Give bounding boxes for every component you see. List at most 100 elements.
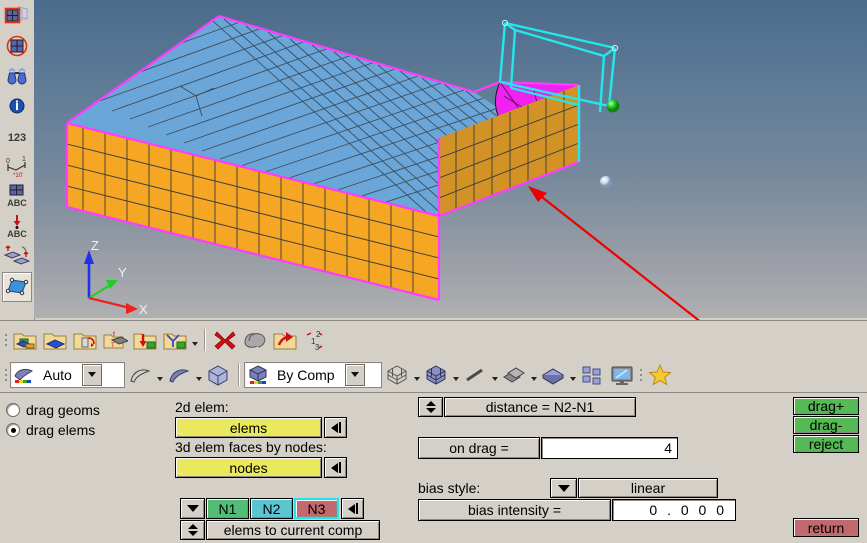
display-mode-value: By Comp	[277, 366, 335, 383]
application-window: 123 0 1 *10' ABC ABC Z Y X t T 2 1 3 Aut…	[0, 0, 867, 543]
command-panel: drag geoms drag elems 2d elem: elems 3d …	[0, 392, 867, 543]
window-tile-icon[interactable]	[577, 360, 607, 390]
rewind-icon	[330, 462, 338, 473]
bias-style-dropdown-button[interactable]	[550, 478, 577, 498]
toolbar-grip[interactable]	[637, 362, 645, 388]
destination-component-stepper[interactable]	[180, 520, 205, 540]
load-abc-icon[interactable]: ABC	[3, 212, 31, 240]
toolbar-grip[interactable]	[2, 327, 10, 353]
up-down-arrows-icon	[425, 401, 436, 413]
reload-collector-icon[interactable]	[270, 325, 300, 355]
n1-button[interactable]: N1	[206, 498, 249, 519]
rewind-bar	[355, 503, 358, 514]
measure-icon[interactable]: 0 1 *10'	[3, 152, 31, 180]
organize-collector-icon[interactable]	[160, 325, 190, 355]
chevron-down-icon[interactable]	[190, 325, 199, 355]
distance-mode-stepper[interactable]	[418, 397, 443, 417]
2d-elem-selector[interactable]: elems	[175, 417, 322, 438]
delete-icon[interactable]	[210, 325, 240, 355]
plate-icon[interactable]	[538, 360, 568, 390]
find-binoculars-icon[interactable]	[3, 62, 31, 90]
radio-indicator	[6, 423, 20, 437]
toolbar-separator	[238, 363, 239, 386]
chevron-down-icon[interactable]	[529, 360, 538, 390]
renumber-icon[interactable]: 2 1 3	[300, 325, 330, 355]
drag-elems-radio[interactable]: drag elems	[6, 422, 95, 438]
bias-intensity-field[interactable]: 0 . 0 0 0	[612, 499, 736, 521]
shrink-elements-icon[interactable]	[3, 2, 31, 30]
import-collector-icon[interactable]	[130, 325, 160, 355]
chevron-down-icon[interactable]	[568, 360, 577, 390]
toolbar-row-display: Auto By Comp	[0, 357, 867, 392]
node-marker-white	[600, 176, 612, 188]
title-collector-icon[interactable]: t T	[100, 325, 130, 355]
on-drag-label-button[interactable]: on drag =	[418, 437, 540, 459]
geometry-collector-icon[interactable]	[10, 325, 40, 355]
drag-geoms-radio[interactable]: drag geoms	[6, 402, 100, 418]
toolbar-row-collectors: t T 2 1 3	[0, 320, 867, 358]
rewind-bar	[338, 462, 341, 473]
n3-button[interactable]: N3	[294, 498, 339, 519]
toolbar-grip[interactable]	[2, 362, 10, 388]
svg-text:123: 123	[8, 132, 26, 144]
display-mode-combo[interactable]: By Comp	[244, 361, 382, 388]
2d-elem-caption: 2d elem:	[175, 399, 229, 415]
3d-elem-faces-reset-button[interactable]	[324, 457, 347, 478]
chevron-down-icon[interactable]	[194, 360, 203, 390]
svg-text:T: T	[111, 343, 115, 349]
monitor-icon[interactable]	[607, 360, 637, 390]
info-icon[interactable]	[3, 92, 31, 120]
drag-elems-icon[interactable]	[2, 272, 32, 302]
3d-elem-faces-selector[interactable]: nodes	[175, 457, 322, 478]
assembly-collector-icon[interactable]	[70, 325, 100, 355]
toolbar-separator	[204, 328, 205, 351]
reject-button[interactable]: reject	[793, 435, 859, 453]
surface-wire-icon[interactable]	[125, 360, 155, 390]
drag-elems-label: drag elems	[26, 422, 96, 438]
chevron-down-icon[interactable]	[155, 360, 164, 390]
component-collector-icon[interactable]	[40, 325, 70, 355]
mesh-mode-value: Auto	[43, 366, 72, 383]
mesh-shaded-cube-icon[interactable]	[421, 360, 451, 390]
node-row-dropdown-button[interactable]	[180, 498, 205, 519]
return-button[interactable]: return	[793, 518, 859, 537]
mesh-mode-combo[interactable]: Auto	[10, 361, 125, 388]
line-icon[interactable]	[460, 360, 490, 390]
chevron-down-icon[interactable]	[490, 360, 499, 390]
drag-plus-button[interactable]: drag+	[793, 397, 859, 415]
3d-elem-faces-caption: 3d elem faces by nodes:	[175, 439, 327, 455]
chevron-down-icon	[186, 505, 199, 512]
solid-cube-icon[interactable]	[203, 360, 233, 390]
bias-intensity-label-button[interactable]: bias intensity =	[418, 499, 611, 521]
translate-icon[interactable]	[3, 242, 31, 270]
svg-text:X: X	[139, 302, 148, 317]
numbers-123-icon[interactable]: 123	[3, 122, 31, 150]
on-drag-field[interactable]: 4	[541, 437, 678, 459]
mask-icon[interactable]	[240, 325, 270, 355]
surface-color-icon	[11, 364, 37, 386]
element-abc-icon[interactable]: ABC	[3, 182, 31, 210]
chevron-down-icon[interactable]	[412, 360, 421, 390]
drag-minus-button[interactable]: drag-	[793, 416, 859, 434]
mesh-wire-cube-icon[interactable]	[382, 360, 412, 390]
destination-component-selector[interactable]: elems to current comp	[206, 520, 380, 540]
up-down-arrows-icon	[187, 524, 198, 536]
surface-shaded-icon[interactable]	[164, 360, 194, 390]
n2-button[interactable]: N2	[250, 498, 293, 519]
chevron-down-icon[interactable]	[81, 363, 102, 386]
distance-mode-selector[interactable]: distance = N2-N1	[444, 397, 636, 417]
svg-text:0: 0	[6, 158, 10, 165]
3d-viewport[interactable]: Z Y X	[34, 0, 867, 318]
bias-style-selector[interactable]: linear	[578, 478, 718, 498]
2d-elem-reset-button[interactable]	[324, 417, 347, 438]
shell-icon[interactable]	[499, 360, 529, 390]
chevron-down-icon[interactable]	[344, 363, 365, 386]
chevron-down-icon[interactable]	[451, 360, 460, 390]
element-normals-icon[interactable]	[3, 32, 31, 60]
svg-text:ABC: ABC	[7, 198, 27, 208]
cube-color-icon	[245, 364, 271, 386]
chevron-down-icon	[557, 484, 570, 492]
node-row-reset-button[interactable]	[341, 498, 364, 519]
favorites-star-icon[interactable]	[645, 360, 675, 390]
left-vertical-toolbar: 123 0 1 *10' ABC ABC	[0, 0, 35, 322]
